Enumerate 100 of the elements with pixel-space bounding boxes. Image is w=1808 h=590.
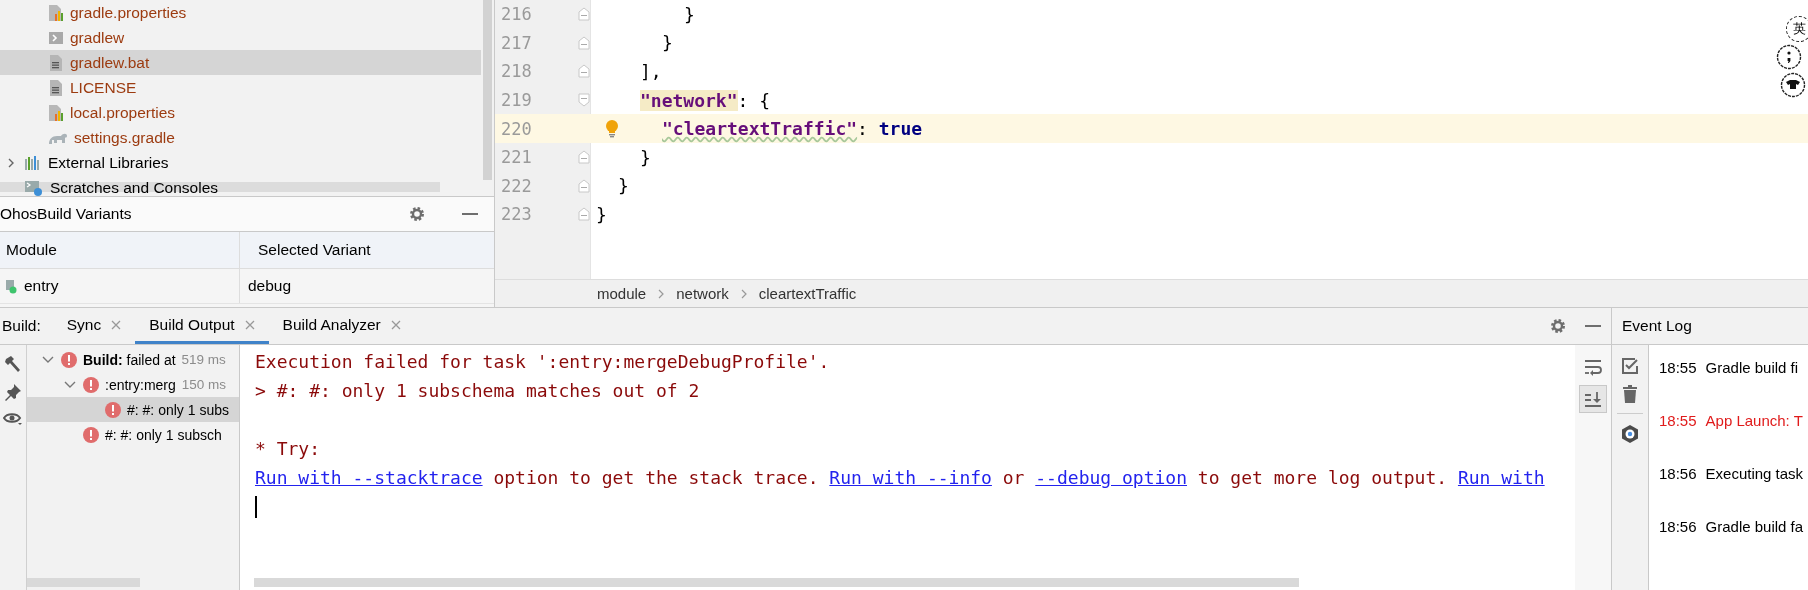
settings-icon[interactable] [1549, 317, 1567, 335]
close-icon[interactable] [390, 319, 401, 330]
error-icon [83, 376, 99, 393]
breadcrumb[interactable]: network [676, 285, 729, 302]
shirt-icon[interactable] [1780, 72, 1806, 98]
link[interactable]: --debug option [1035, 467, 1187, 488]
tree-item[interactable]: gradlew [0, 25, 481, 50]
close-icon[interactable] [244, 319, 255, 330]
scroll-down-icon[interactable] [1583, 390, 1603, 408]
scrollbar[interactable] [254, 578, 1299, 587]
file-name: settings.gradle [74, 128, 175, 147]
tree-item[interactable]: local.properties [0, 100, 481, 125]
line-number: 216 [500, 4, 533, 25]
lightbulb-icon[interactable] [605, 120, 619, 139]
link[interactable]: Run with --info [829, 467, 992, 488]
line-number: 219 [500, 90, 533, 111]
link[interactable]: Run with --stacktrace [255, 467, 483, 488]
properties-file-icon [48, 3, 64, 22]
library-icon [24, 154, 42, 171]
fold-marker-icon[interactable] [578, 150, 590, 165]
scroll-to-end-button[interactable] [1579, 385, 1607, 413]
file-name: gradlew [70, 28, 125, 47]
tree-item[interactable]: LICENSE [0, 75, 481, 100]
tree-item[interactable]: External Libraries [0, 150, 481, 175]
table-cell[interactable]: debug [240, 277, 292, 295]
duration: 150 ms [181, 377, 227, 392]
scrollbar[interactable] [27, 578, 140, 587]
punctuation-icon[interactable] [1776, 44, 1802, 70]
tree-label: #: #: only 1 subs [127, 401, 229, 418]
minimize-icon[interactable] [462, 212, 478, 216]
code-line: "network": { [640, 89, 771, 111]
file-name: gradle.properties [70, 3, 187, 22]
panel-title: OhosBuild Variants [0, 205, 133, 223]
tab[interactable]: Build Analyzer [268, 308, 415, 344]
file-name: local.properties [70, 103, 176, 122]
chevron-icon[interactable] [64, 379, 76, 390]
trash-icon[interactable] [1622, 385, 1638, 403]
tree-item[interactable]: gradle.properties [0, 0, 481, 25]
link[interactable]: Run with [1457, 467, 1545, 488]
module-icon [6, 278, 18, 294]
tree-item[interactable]: :entry:merg 150 ms [27, 372, 239, 397]
tree-label: :entry:merg [105, 376, 176, 393]
line-number: 222 [500, 175, 533, 196]
tree-label: #: #: only 1 subsch [105, 426, 222, 443]
log-message[interactable]: Executing task [1705, 465, 1804, 483]
fold-marker-icon[interactable] [578, 93, 590, 108]
tree-item[interactable]: settings.gradle [0, 125, 481, 150]
error-icon [61, 351, 77, 368]
log-time: 18:55 [1659, 359, 1697, 377]
fold-marker-icon[interactable] [578, 7, 590, 22]
soft-wrap-icon[interactable] [1583, 358, 1603, 376]
hammer-icon[interactable] [4, 355, 22, 373]
fold-marker-icon[interactable] [578, 207, 590, 222]
tree-item[interactable]: gradlew.bat [0, 50, 481, 75]
code-line: } [596, 203, 607, 225]
settings-icon[interactable] [408, 205, 426, 223]
text-file-icon [48, 78, 64, 97]
console-line: Execution failed for task ':entry:mergeDebugProfile'. [255, 350, 831, 374]
console-line: Run with --stacktrace option to get the stack trace. Run with --info or --debug option to get more log output. Run with [255, 466, 1546, 490]
column-header: Module [0, 232, 240, 268]
log-time: 18:56 [1659, 465, 1697, 483]
tree-label: Build: failed at [83, 351, 176, 368]
line-number: 220 [500, 118, 533, 139]
fold-marker-icon[interactable] [578, 178, 590, 193]
console-line: > #: #: only 1 subschema matches out of 2 [255, 379, 701, 403]
breadcrumb[interactable]: cleartextTraffic [758, 285, 857, 302]
fold-marker-icon[interactable] [578, 64, 590, 79]
pin-icon[interactable] [4, 383, 22, 401]
log-time: 18:55 [1659, 412, 1697, 430]
chevron-icon[interactable] [6, 156, 16, 169]
eye-icon[interactable] [3, 411, 23, 427]
settings-icon[interactable] [1620, 424, 1640, 444]
tree-item[interactable]: Build: failed at 519 ms [27, 347, 239, 372]
tree-item[interactable]: #: #: only 1 subs [27, 397, 239, 422]
text-file-icon [48, 53, 64, 72]
input-mode-button[interactable]: 英 [1786, 16, 1808, 42]
log-message[interactable]: Gradle build fi [1705, 359, 1799, 377]
minimize-icon[interactable] [1585, 324, 1601, 328]
tab[interactable]: Sync [52, 308, 136, 344]
fold-marker-icon[interactable] [578, 35, 590, 50]
file-name: Scratches and Consoles [50, 178, 218, 196]
log-time: 18:56 [1659, 518, 1697, 536]
column-header: Selected Variant [257, 241, 371, 259]
file-name: LICENSE [70, 78, 137, 97]
code-line: ], [640, 61, 662, 82]
breadcrumb[interactable]: module [597, 285, 647, 302]
mark-read-icon[interactable] [1621, 357, 1639, 375]
code-line: } [684, 3, 695, 25]
close-icon[interactable] [111, 319, 122, 330]
tree-item[interactable]: Scratches and Consoles [0, 175, 481, 196]
log-message[interactable]: App Launch: T [1705, 412, 1803, 430]
console-line: * Try: [255, 437, 322, 461]
tree-item[interactable]: #: #: only 1 subsch [27, 422, 239, 447]
code-line: "cleartextTraffic": true [662, 118, 923, 140]
log-message[interactable]: Gradle build fa [1705, 518, 1804, 536]
file-name: gradlew.bat [70, 53, 150, 72]
error-icon [105, 401, 121, 418]
chevron-icon[interactable] [42, 354, 54, 365]
table-cell: entry [24, 277, 59, 295]
code-line: } [640, 146, 651, 168]
